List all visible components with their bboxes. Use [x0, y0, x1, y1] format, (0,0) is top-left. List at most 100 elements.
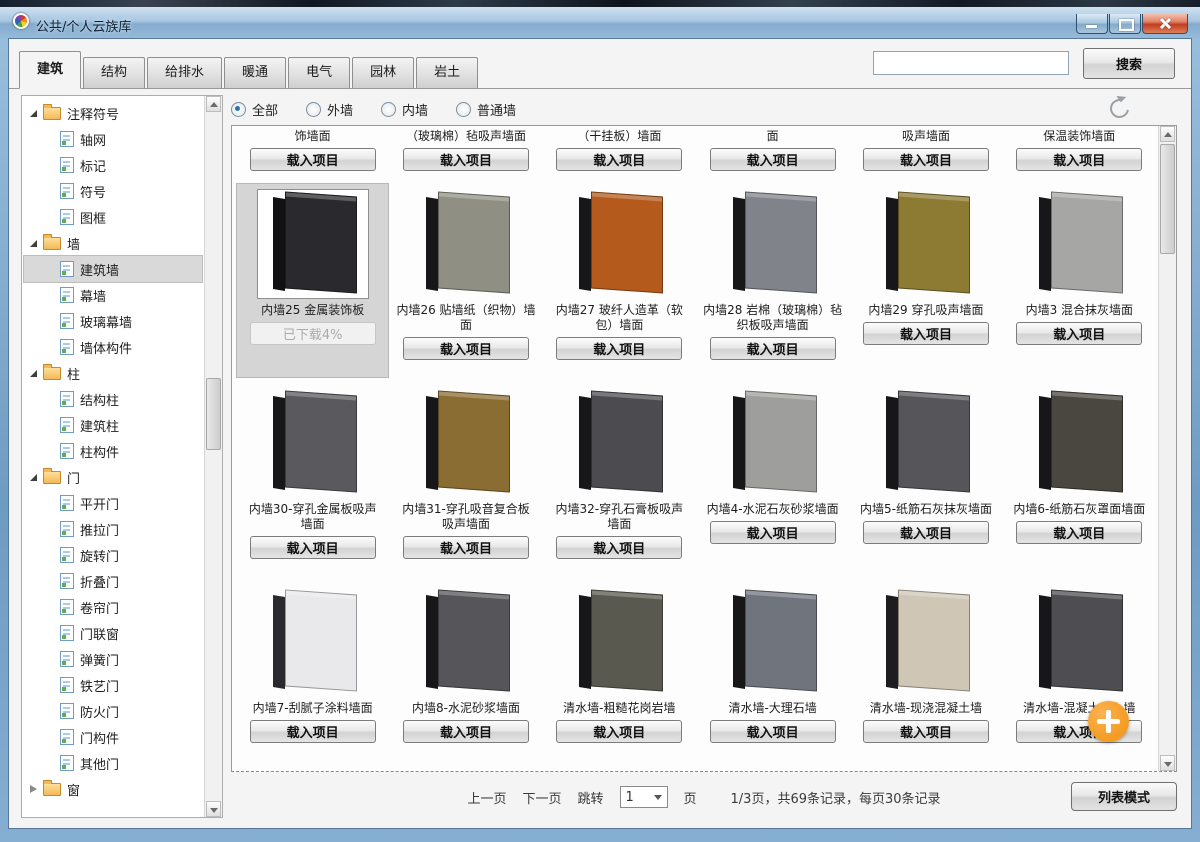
family-tile-1-3[interactable]: 内墙28 岩棉（玻璃棉）毡织板吸声墙面载入项目: [697, 184, 848, 377]
tree-item-3-1[interactable]: 推拉门: [24, 516, 202, 542]
family-tile-2-0[interactable]: 内墙30-穿孔金属板吸声墙面载入项目: [237, 383, 388, 576]
load-into-project-button[interactable]: 载入项目: [710, 337, 836, 360]
tab-4[interactable]: 电气: [288, 57, 350, 89]
tree-folder-3[interactable]: 门: [24, 464, 202, 490]
tree-scroll-up-arrow[interactable]: [206, 96, 221, 112]
filter-radio-2[interactable]: 内墙: [381, 100, 428, 119]
tree-item-3-4[interactable]: 卷帘门: [24, 594, 202, 620]
family-tile-1-4[interactable]: 内墙29 穿孔吸声墙面载入项目: [850, 184, 1001, 377]
load-into-project-button[interactable]: 载入项目: [556, 536, 682, 559]
family-tile-2-3[interactable]: 内墙4-水泥石灰砂浆墙面载入项目: [697, 383, 848, 576]
load-into-project-button[interactable]: 载入项目: [710, 720, 836, 743]
upload-plus-fab[interactable]: [1088, 701, 1129, 742]
tree-item-0-2[interactable]: 符号: [24, 178, 202, 204]
family-tile-2-1[interactable]: 内墙31-穿孔吸音复合板吸声墙面载入项目: [390, 383, 541, 576]
filter-radio-3[interactable]: 普通墙: [456, 100, 516, 119]
tree-item-1-2[interactable]: 玻璃幕墙: [24, 308, 202, 334]
load-into-project-button[interactable]: 载入项目: [403, 337, 529, 360]
grid-scroll-down-arrow[interactable]: [1160, 755, 1175, 771]
tree-item-3-9[interactable]: 门构件: [24, 724, 202, 750]
family-tile-1-5[interactable]: 内墙3 混合抹灰墙面载入项目: [1004, 184, 1155, 377]
tree-item-3-0[interactable]: 平开门: [24, 490, 202, 516]
family-tile-1-2[interactable]: 内墙27 玻纤人造革（软包）墙面载入项目: [544, 184, 695, 377]
family-tile-3-2[interactable]: 清水墙-粗糙花岗岩墙载入项目: [544, 582, 695, 772]
load-into-project-button[interactable]: 载入项目: [403, 148, 529, 171]
grid-scroll-thumb[interactable]: [1160, 144, 1175, 254]
search-input[interactable]: [873, 51, 1069, 75]
tree-item-3-7[interactable]: 铁艺门: [24, 672, 202, 698]
family-tile-3-4[interactable]: 清水墙-现浇混凝土墙载入项目: [850, 582, 1001, 772]
tab-0[interactable]: 建筑: [19, 51, 81, 89]
tree-item-1-1[interactable]: 幕墙: [24, 282, 202, 308]
tree-folder-0[interactable]: 注释符号: [24, 100, 202, 126]
load-into-project-button[interactable]: 载入项目: [710, 521, 836, 544]
load-into-project-button[interactable]: 载入项目: [403, 720, 529, 743]
load-into-project-button[interactable]: 载入项目: [403, 536, 529, 559]
tree-folder-4[interactable]: 窗: [24, 776, 202, 802]
family-tile-0-5[interactable]: 保温装饰墙面载入项目: [1004, 126, 1155, 178]
tree-item-1-3[interactable]: 墙体构件: [24, 334, 202, 360]
download-progress-button[interactable]: 已下载4%: [250, 322, 376, 345]
prev-page-link[interactable]: 上一页: [467, 788, 506, 807]
family-tile-3-5[interactable]: 清水墙-混凝土空心墙载入项目: [1004, 582, 1155, 772]
tab-3[interactable]: 暖通: [224, 57, 286, 89]
tree-item-0-3[interactable]: 图框: [24, 204, 202, 230]
tree-item-3-8[interactable]: 防火门: [24, 698, 202, 724]
load-into-project-button[interactable]: 载入项目: [250, 536, 376, 559]
tree-item-3-6[interactable]: 弹簧门: [24, 646, 202, 672]
family-tile-0-2[interactable]: （干挂板）墙面载入项目: [544, 126, 695, 178]
tab-2[interactable]: 给排水: [147, 57, 222, 89]
family-tile-1-0[interactable]: 内墙25 金属装饰板已下载4%: [237, 184, 388, 377]
load-into-project-button[interactable]: 载入项目: [1016, 521, 1142, 544]
grid-scroll-up-arrow[interactable]: [1160, 126, 1175, 142]
load-into-project-button[interactable]: 载入项目: [1016, 322, 1142, 345]
load-into-project-button[interactable]: 载入项目: [556, 720, 682, 743]
tab-6[interactable]: 岩土: [416, 57, 478, 89]
load-into-project-button[interactable]: 载入项目: [556, 148, 682, 171]
tree-item-2-0[interactable]: 结构柱: [24, 386, 202, 412]
tree-scrollbar[interactable]: [204, 96, 222, 817]
family-tile-3-1[interactable]: 内墙8-水泥砂浆墙面载入项目: [390, 582, 541, 772]
next-page-link[interactable]: 下一页: [522, 788, 561, 807]
load-into-project-button[interactable]: 载入项目: [250, 720, 376, 743]
load-into-project-button[interactable]: 载入项目: [863, 521, 989, 544]
load-into-project-button[interactable]: 载入项目: [863, 148, 989, 171]
tree-item-3-2[interactable]: 旋转门: [24, 542, 202, 568]
load-into-project-button[interactable]: 载入项目: [863, 322, 989, 345]
close-button[interactable]: [1142, 14, 1188, 34]
load-into-project-button[interactable]: 载入项目: [710, 148, 836, 171]
tree-item-0-1[interactable]: 标记: [24, 152, 202, 178]
tab-5[interactable]: 园林: [352, 57, 414, 89]
family-tile-2-2[interactable]: 内墙32-穿孔石膏板吸声墙面载入项目: [544, 383, 695, 576]
family-tile-0-3[interactable]: 面载入项目: [697, 126, 848, 178]
tree-item-0-0[interactable]: 轴网: [24, 126, 202, 152]
tree-scroll-thumb[interactable]: [206, 378, 221, 450]
load-into-project-button[interactable]: 载入项目: [1016, 148, 1142, 171]
tree-scroll-down-arrow[interactable]: [206, 801, 221, 817]
family-tile-1-1[interactable]: 内墙26 贴墙纸（织物）墙面载入项目: [390, 184, 541, 377]
family-tile-2-4[interactable]: 内墙5-纸筋石灰抹灰墙面载入项目: [850, 383, 1001, 576]
family-tile-0-4[interactable]: 吸声墙面载入项目: [850, 126, 1001, 178]
filter-radio-0[interactable]: 全部: [231, 100, 278, 119]
load-into-project-button[interactable]: 载入项目: [250, 148, 376, 171]
family-tile-3-0[interactable]: 内墙7-刮腻子涂料墙面载入项目: [237, 582, 388, 772]
family-tile-0-1[interactable]: （玻璃棉）毡吸声墙面载入项目: [390, 126, 541, 178]
tree-item-3-3[interactable]: 折叠门: [24, 568, 202, 594]
tree-folder-1[interactable]: 墙: [24, 230, 202, 256]
grid-scrollbar[interactable]: [1158, 126, 1176, 771]
page-jump-select[interactable]: 1: [620, 786, 668, 808]
family-tile-0-0[interactable]: 饰墙面载入项目: [237, 126, 388, 178]
family-tile-3-3[interactable]: 清水墙-大理石墙载入项目: [697, 582, 848, 772]
tree-item-3-10[interactable]: 其他门: [24, 750, 202, 776]
filter-radio-1[interactable]: 外墙: [306, 100, 353, 119]
search-button[interactable]: 搜索: [1083, 48, 1175, 79]
family-tile-2-5[interactable]: 内墙6-纸筋石灰罩面墙面载入项目: [1004, 383, 1155, 576]
tree-item-2-2[interactable]: 柱构件: [24, 438, 202, 464]
tree-item-1-0[interactable]: 建筑墙: [24, 256, 202, 282]
tree-item-2-1[interactable]: 建筑柱: [24, 412, 202, 438]
tree-folder-2[interactable]: 柱: [24, 360, 202, 386]
load-into-project-button[interactable]: 载入项目: [863, 720, 989, 743]
maximize-button[interactable]: [1109, 14, 1141, 34]
load-into-project-button[interactable]: 载入项目: [556, 337, 682, 360]
minimize-button[interactable]: [1076, 14, 1108, 34]
